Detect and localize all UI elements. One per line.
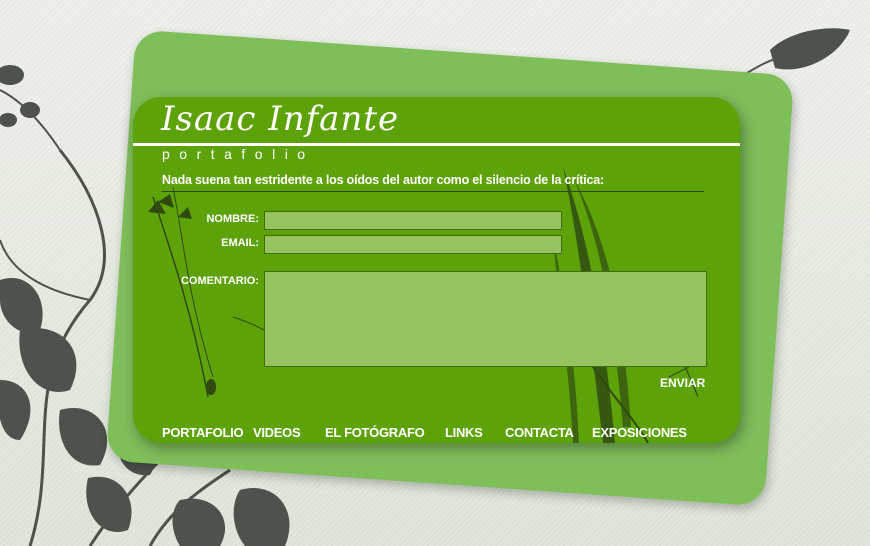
name-label: NOMBRE:: [206, 213, 259, 225]
comment-field[interactable]: [264, 271, 707, 367]
nav-item-portafolio[interactable]: PORTAFOLIO: [162, 425, 244, 440]
brand-subtitle: portafolio: [162, 146, 315, 162]
main-nav: PORTAFOLIO VIDEOS EL FOTÓGRAFO LINKS CON…: [133, 425, 740, 443]
email-label: EMAIL:: [221, 237, 259, 249]
nav-item-videos[interactable]: VIDEOS: [253, 425, 301, 440]
brand-title: Isaac Infante: [161, 99, 400, 139]
nav-item-contacta[interactable]: CONTACTA: [505, 425, 574, 440]
tagline: Nada suena tan estridente a los oídos de…: [162, 173, 604, 187]
nav-item-exposiciones[interactable]: EXPOSICIONES: [592, 425, 687, 440]
nav-item-links[interactable]: LINKS: [445, 425, 483, 440]
contact-card: Isaac Infante portafolio Nada suena tan …: [133, 97, 740, 443]
comment-label: COMENTARIO:: [180, 275, 259, 287]
send-button[interactable]: ENVIAR: [660, 376, 705, 390]
name-field[interactable]: [264, 211, 562, 230]
nav-item-el-fotografo[interactable]: EL FOTÓGRAFO: [325, 425, 425, 440]
tagline-divider: [162, 191, 704, 192]
email-field[interactable]: [264, 235, 562, 254]
